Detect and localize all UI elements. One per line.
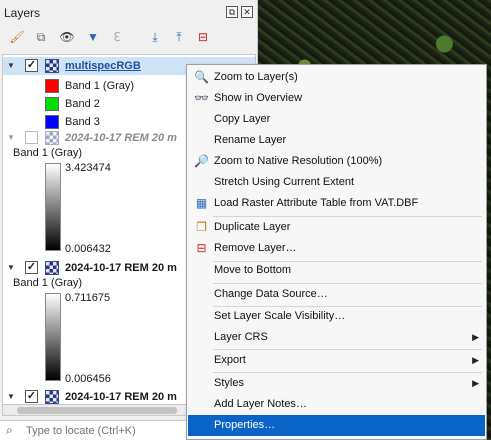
menu-load-rat[interactable]: ▦ Load Raster Attribute Table from VAT.DB… [188, 193, 485, 214]
menu-stretch-extent[interactable]: Stretch Using Current Extent [188, 172, 485, 193]
submenu-arrow-icon: ▶ [472, 378, 479, 388]
raster-layer-icon [45, 261, 59, 275]
layer-context-menu: 🔍 Zoom to Layer(s) 👓 Show in Overview Copy… [186, 64, 487, 440]
gray-ramp [45, 163, 61, 251]
menu-label: Export [214, 354, 246, 366]
menu-label: Zoom to Native Resolution (100%) [214, 155, 383, 167]
color-swatch [45, 79, 59, 93]
max-value: 0.711675 [65, 292, 111, 304]
min-value: 0.006456 [65, 373, 111, 385]
menu-label: Layer CRS [214, 331, 268, 343]
menu-label: Styles [214, 377, 244, 389]
zoom-magnifier-icon: 🔍 [194, 70, 209, 84]
color-swatch [45, 115, 59, 129]
filter-legend-icon[interactable]: ℇ [108, 28, 126, 46]
band-label: Band 1 (Gray) [13, 277, 83, 289]
menu-properties[interactable]: Properties… [188, 415, 485, 436]
expand-all-icon[interactable]: ⤓ [146, 28, 164, 46]
layer-name[interactable]: multispecRGB [65, 57, 141, 75]
menu-export[interactable]: Export ▶ [188, 350, 485, 371]
layer-visibility-checkbox[interactable]: ✓ [25, 59, 38, 72]
menu-change-data-source[interactable]: Change Data Source… [188, 284, 485, 305]
menu-label: Stretch Using Current Extent [214, 176, 355, 188]
remove-icon: ⊟ [196, 241, 207, 255]
layer-visibility-checkbox[interactable] [25, 131, 38, 144]
menu-scale-visibility[interactable]: Set Layer Scale Visibility… [188, 306, 485, 327]
duplicate-icon: ❐ [196, 220, 207, 234]
collapse-arrow-icon[interactable]: ▼ [7, 57, 15, 75]
menu-label: Change Data Source… [214, 288, 328, 300]
menu-duplicate-layer[interactable]: ❐ Duplicate Layer [188, 217, 485, 238]
manage-visibility-icon[interactable]: 👁 [58, 28, 76, 46]
raster-layer-icon [45, 390, 59, 404]
raster-layer-icon [45, 131, 59, 145]
submenu-arrow-icon: ▶ [472, 332, 479, 342]
menu-label: Zoom to Layer(s) [214, 71, 298, 83]
glasses-icon: 👓 [194, 91, 209, 105]
menu-label: Rename Layer [214, 134, 287, 146]
menu-label: Remove Layer… [214, 242, 297, 254]
panel-title: Layers [4, 6, 41, 20]
table-icon: ▦ [195, 196, 208, 210]
collapse-arrow-icon[interactable]: ▼ [7, 129, 15, 147]
raster-layer-icon [45, 59, 59, 73]
collapse-arrow-icon[interactable]: ▼ [7, 259, 15, 277]
filter-icon[interactable]: ▼ [84, 28, 102, 46]
remove-layer-icon[interactable]: ⊟ [194, 28, 212, 46]
band-label: Band 2 [65, 98, 100, 110]
menu-rename-layer[interactable]: Rename Layer [188, 130, 485, 151]
close-panel-button[interactable]: ✕ [241, 6, 253, 18]
color-swatch [45, 97, 59, 111]
band-label: Band 1 (Gray) [13, 147, 83, 159]
menu-copy-layer[interactable]: Copy Layer [188, 109, 485, 130]
layer-visibility-checkbox[interactable]: ✓ [25, 261, 38, 274]
menu-label: Load Raster Attribute Table from VAT.DBF [214, 197, 419, 209]
search-icon: ⌕ [6, 423, 13, 437]
menu-label: Add Layer Notes… [214, 398, 307, 410]
style-paint-icon[interactable]: 🖌 [8, 28, 26, 46]
layer-name[interactable]: 2024-10-17 REM 20 m [65, 129, 177, 147]
menu-label: Move to Bottom [214, 264, 292, 276]
menu-zoom-to-layer[interactable]: 🔍 Zoom to Layer(s) [188, 67, 485, 88]
layers-toolbar: 🖌 ⧉ 👁 ▼ ℇ ⤓ ⤒ ⊟ [4, 26, 254, 50]
band-label: Band 1 (Gray) [65, 80, 135, 92]
menu-label: Set Layer Scale Visibility… [214, 310, 346, 322]
scrollbar-thumb[interactable] [17, 407, 177, 414]
layer-name[interactable]: 2024-10-17 REM 20 m [65, 259, 177, 277]
add-group-icon[interactable]: ⧉ [32, 28, 50, 46]
min-value: 0.006432 [65, 243, 111, 255]
menu-label: Properties… [214, 419, 276, 431]
collapse-all-icon[interactable]: ⤒ [170, 28, 188, 46]
menu-label: Duplicate Layer [214, 221, 291, 233]
menu-add-layer-notes[interactable]: Add Layer Notes… [188, 394, 485, 415]
menu-label: Show in Overview [214, 92, 303, 104]
menu-remove-layer[interactable]: ⊟ Remove Layer… [188, 238, 485, 259]
menu-styles[interactable]: Styles ▶ [188, 373, 485, 394]
float-panel-button[interactable]: ⧉ [226, 6, 238, 18]
menu-move-to-bottom[interactable]: Move to Bottom [188, 260, 485, 281]
submenu-arrow-icon: ▶ [472, 355, 479, 365]
layer-visibility-checkbox[interactable]: ✓ [25, 390, 38, 403]
gray-ramp [45, 293, 61, 381]
max-value: 3.423474 [65, 162, 111, 174]
menu-label: Copy Layer [214, 113, 271, 125]
menu-show-in-overview[interactable]: 👓 Show in Overview [188, 88, 485, 109]
menu-layer-crs[interactable]: Layer CRS ▶ [188, 327, 485, 348]
zoom-native-icon: 🔎 [194, 154, 209, 168]
menu-zoom-native[interactable]: 🔎 Zoom to Native Resolution (100%) [188, 151, 485, 172]
